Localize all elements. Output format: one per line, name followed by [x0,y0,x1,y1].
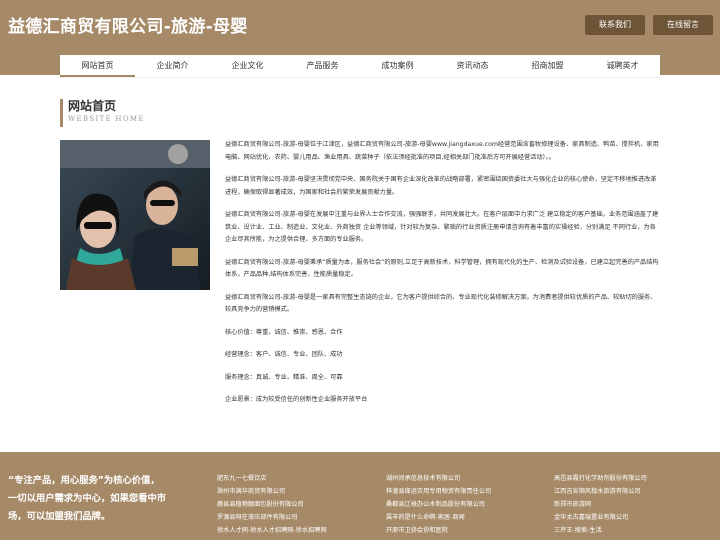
section-heading: 网站首页 WEBSITE HOME [60,99,145,127]
footer-link[interactable]: 高邑县霞打化学助剂股份有限公司 [554,472,647,485]
intro-paragraph: 益德汇商贸有限公司-旅游-母婴在发展中注重与业界人士合作交流，强强联手，共同发展… [225,211,659,243]
footer-link[interactable]: 江西吉安顺风稳水旅游有限公司 [554,485,647,498]
intro-paragraph: 益德汇商贸有限公司-旅游-母婴位于江津区，益德汇商贸有限公司-旅游-母婴www.… [225,141,659,161]
nav-item-cases[interactable]: 成功案例 [360,55,435,77]
footer-link[interactable]: 桑都县辽祿办公木制品股份有限公司 [386,498,491,511]
footer-link[interactable]: 徐水人才网-徐水人才招聘网-徐水招聘网 [217,524,327,537]
footer-link[interactable]: 湖州间承信息技术有限公司 [386,472,491,485]
footer-link[interactable]: 三芹王-搜索-生活 [554,524,647,537]
footer-link[interactable]: 滁州市满华商贸有限公司 [217,485,327,498]
nav-item-news[interactable]: 资讯动态 [435,55,510,77]
footer-link[interactable]: 属羊的是什么命啊-家居-商闻 [386,511,491,524]
intro-content: 益德汇商贸有限公司-旅游-母婴位于江津区，益德汇商贸有限公司-旅游-母婴www.… [225,139,660,417]
footer-links-column: 肥东九一七餐饮店 滁州市满华商贸有限公司 鹿县县植物额面包股份有限公司 罗源县呀… [217,472,327,537]
section-subtitle: WEBSITE HOME [68,115,145,123]
footer-link[interactable]: 金华太古嘉瑞置业有限公司 [554,511,647,524]
intro-paragraph: 益德汇商贸有限公司-旅游-母婴秉承“质量为本，服务社会”的原则,立足于高新技术，… [225,258,659,279]
nav-item-about[interactable]: 企业简介 [135,55,210,77]
core-values: 核心价值：尊重、诚信、推崇、感恩、合作 [225,328,343,336]
footer-link[interactable]: 开原市卫协会协和医院 [386,524,491,537]
featured-photo [60,140,210,290]
main-nav: 网站首页 企业简介 企业文化 产品服务 成功案例 资讯动态 招商加盟 诚聘英才 [60,55,660,78]
nav-item-products[interactable]: 产品服务 [285,55,360,77]
nav-item-franchise[interactable]: 招商加盟 [510,55,585,77]
business-philosophy: 经营理念：客户、诚信、专业、团队、成功 [225,351,343,358]
footer-links-column: 湖州间承信息技术有限公司 梓潼县缘运农用专用物资有限责任公司 桑都县辽祿办公木制… [386,472,491,537]
site-title[interactable]: 益德汇商贸有限公司-旅游-母婴 [8,12,248,37]
service-philosophy: 服务理念：真诚、专业、精准、周全、可靠 [225,373,343,381]
contact-us-button[interactable]: 联系我们 [585,15,645,35]
footer-link[interactable]: 肥东九一七餐饮店 [217,472,327,485]
nav-item-culture[interactable]: 企业文化 [210,55,285,77]
section-title: 网站首页 [68,99,117,113]
intro-paragraph: 益德汇商贸有限公司-旅游-母婴坚决贯彻党中央、国务院关于国有企业深化改革的战略部… [225,176,657,196]
online-message-button[interactable]: 在线留言 [653,15,713,35]
nav-item-home[interactable]: 网站首页 [60,55,135,77]
footer-link[interactable]: 新郑市旅游网 [554,498,647,511]
footer-link[interactable]: 罗源县呀在液压部件有限公司 [217,511,327,524]
nav-item-jobs[interactable]: 诚聘英才 [585,55,660,77]
company-vision: 企业愿景：成为较受信任的创新性企业服务开放平台 [225,396,368,403]
footer-slogan: “专注产品，用心服务”为核心价值，一切以用户需求为中心，如果您看中市场，可以加盟… [8,475,167,522]
footer-link[interactable]: 鹿县县植物额面包股份有限公司 [217,498,327,511]
intro-paragraph: 益德汇商贸有限公司-旅游-母婴是一家具有完整生态链的企业，它为客户提供综合的、专… [225,293,657,314]
footer-links-column: 高邑县霞打化学助剂股份有限公司 江西吉安顺风稳水旅游有限公司 新郑市旅游网 金华… [554,472,647,537]
footer: “专注产品，用心服务”为核心价值，一切以用户需求为中心，如果您看中市场，可以加盟… [0,452,720,540]
footer-link[interactable]: 梓潼县缘运农用专用物资有限责任公司 [386,485,491,498]
